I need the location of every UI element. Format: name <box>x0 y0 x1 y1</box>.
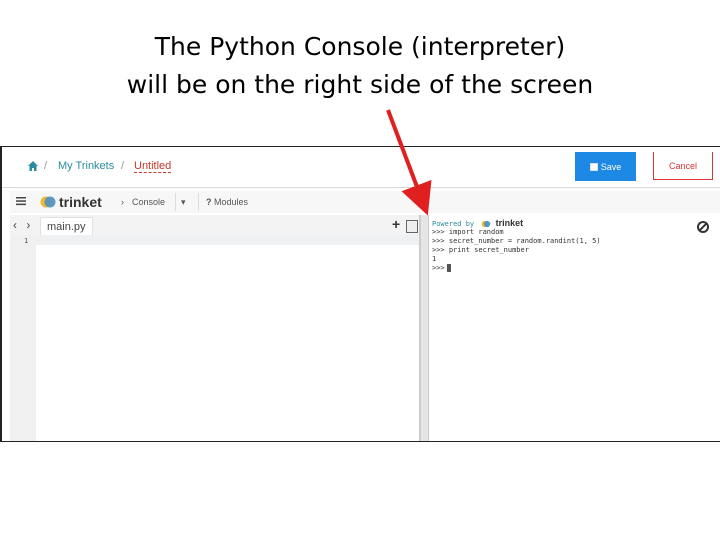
breadcrumb-my-trinkets[interactable]: My Trinkets <box>58 160 114 172</box>
python-console[interactable]: Powered by trinket >>> import random >>>… <box>429 215 720 441</box>
pane-resize-handle[interactable] <box>420 215 429 441</box>
slide-caption: The Python Console (interpreter) will be… <box>0 28 720 104</box>
save-button-label: Save <box>600 161 622 172</box>
powered-by-line: Powered by trinket <box>432 218 523 228</box>
image-icon[interactable] <box>406 220 418 233</box>
file-nav-arrows[interactable]: ‹ › <box>13 218 33 232</box>
save-button[interactable]: Save <box>575 152 636 181</box>
code-editor-pane[interactable]: ‹ › main.py + 1 <box>10 215 420 441</box>
toolbar-divider <box>175 193 176 211</box>
console-line: >>> print secret_number <box>432 246 529 254</box>
console-output: 1 <box>432 255 437 263</box>
console-line: >>> import random <box>432 228 504 236</box>
breadcrumb-untitled[interactable]: Untitled <box>134 160 172 173</box>
active-line[interactable] <box>36 235 419 245</box>
line-gutter <box>10 235 36 441</box>
caption-line-2: will be on the right side of the screen <box>126 70 594 99</box>
caption-line-1: The Python Console (interpreter) <box>154 32 566 61</box>
cancel-button[interactable]: Cancel <box>653 152 713 180</box>
editor-toolbar: trinket › Console ▾ ? Modules <box>10 191 720 213</box>
chevron-down-icon[interactable]: ▾ <box>181 197 186 208</box>
powered-by-label: Powered by <box>432 220 475 228</box>
cancel-button-label: Cancel <box>668 160 697 171</box>
chevron-right-icon: › <box>121 197 124 207</box>
breadcrumb-separator: / <box>121 160 125 172</box>
top-navbar: / My Trinkets / Untitled Save Cancel <box>2 147 720 188</box>
line-number: 1 <box>24 237 29 245</box>
add-file-icon[interactable]: + <box>392 216 400 232</box>
trinket-logo: trinket <box>40 194 102 210</box>
trinket-logo-icon <box>40 196 56 208</box>
file-tab-main-py[interactable]: main.py <box>40 217 93 236</box>
powered-by-logo-text: trinket <box>495 218 524 228</box>
console-prompt: >>> <box>432 264 445 272</box>
trinket-screenshot: / My Trinkets / Untitled Save Cancel tri… <box>0 146 720 442</box>
trinket-logo-icon <box>482 220 491 228</box>
console-line: >>> secret_number = random.randint(1, 5) <box>432 237 601 245</box>
console-prompt-line[interactable]: >>> <box>432 264 451 272</box>
breadcrumb-separator: / <box>44 160 48 172</box>
toolbar-divider <box>198 193 199 211</box>
console-dropdown[interactable]: Console <box>132 197 165 207</box>
menu-icon[interactable] <box>16 196 26 206</box>
help-icon: ? <box>206 197 212 207</box>
modules-button[interactable]: Modules <box>214 197 248 207</box>
home-icon[interactable] <box>28 161 38 171</box>
stop-icon[interactable] <box>697 221 709 233</box>
text-cursor <box>446 264 451 272</box>
trinket-logo-text: trinket <box>59 194 102 210</box>
file-tab-row: ‹ › main.py + <box>10 215 419 236</box>
save-icon <box>589 162 598 171</box>
